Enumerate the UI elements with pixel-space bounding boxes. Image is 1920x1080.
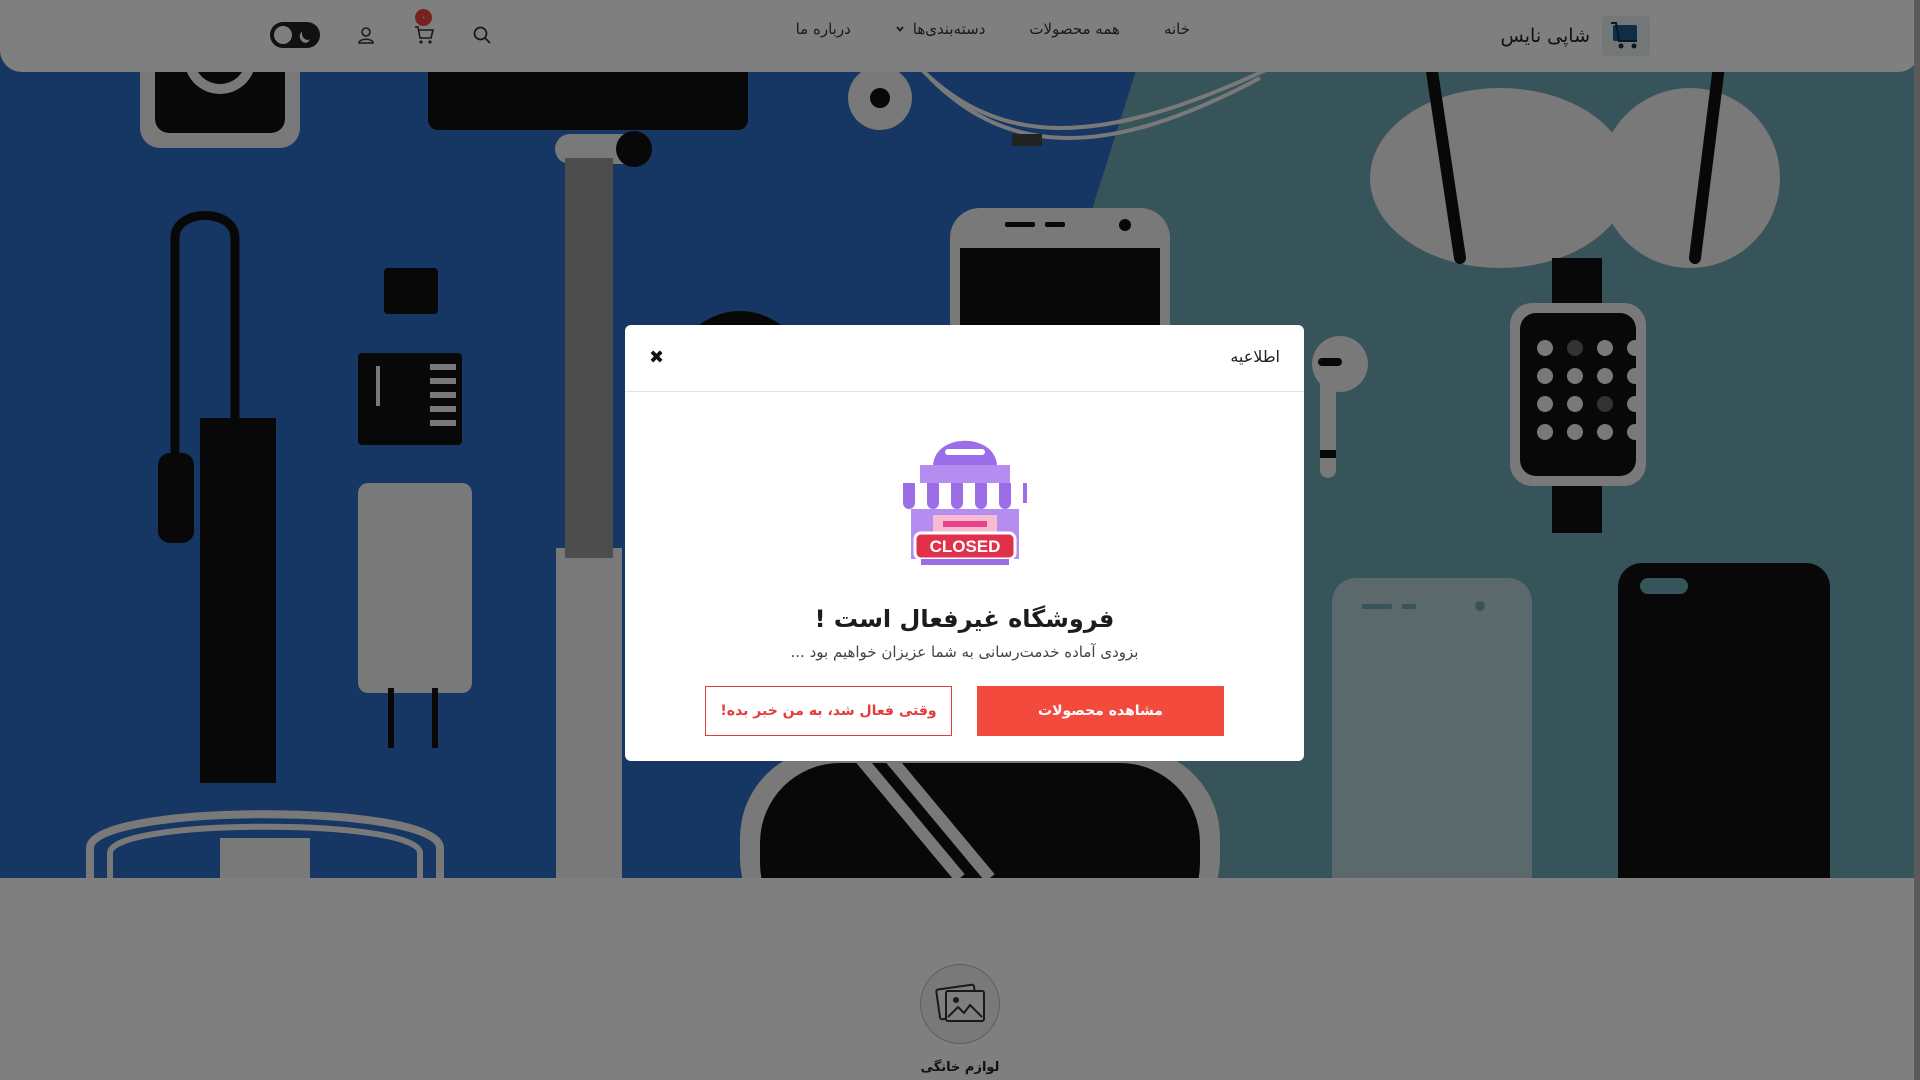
modal-title: اطلاعیه [1230, 347, 1280, 366]
modal-heading: فروشگاه غیرفعال است ! [814, 605, 1115, 633]
closed-store-icon: CLOSED [903, 440, 1027, 565]
notify-me-button[interactable]: وقتی فعال شد، به من خبر بده! [705, 686, 952, 736]
view-products-button[interactable]: مشاهده محصولات [977, 686, 1224, 736]
notice-modal: اطلاعیه ✖ CLOSED فروشگاه غیرفعال است ! ب… [625, 325, 1304, 761]
modal-header: اطلاعیه ✖ [625, 325, 1304, 392]
closed-sign-text: CLOSED [930, 537, 1001, 556]
modal-subtitle: بزودی آماده خدمت‌رسانی به شما عزیزان خوا… [790, 643, 1139, 661]
close-icon[interactable]: ✖ [649, 347, 664, 368]
page-scrollbar[interactable] [1914, 0, 1920, 1080]
